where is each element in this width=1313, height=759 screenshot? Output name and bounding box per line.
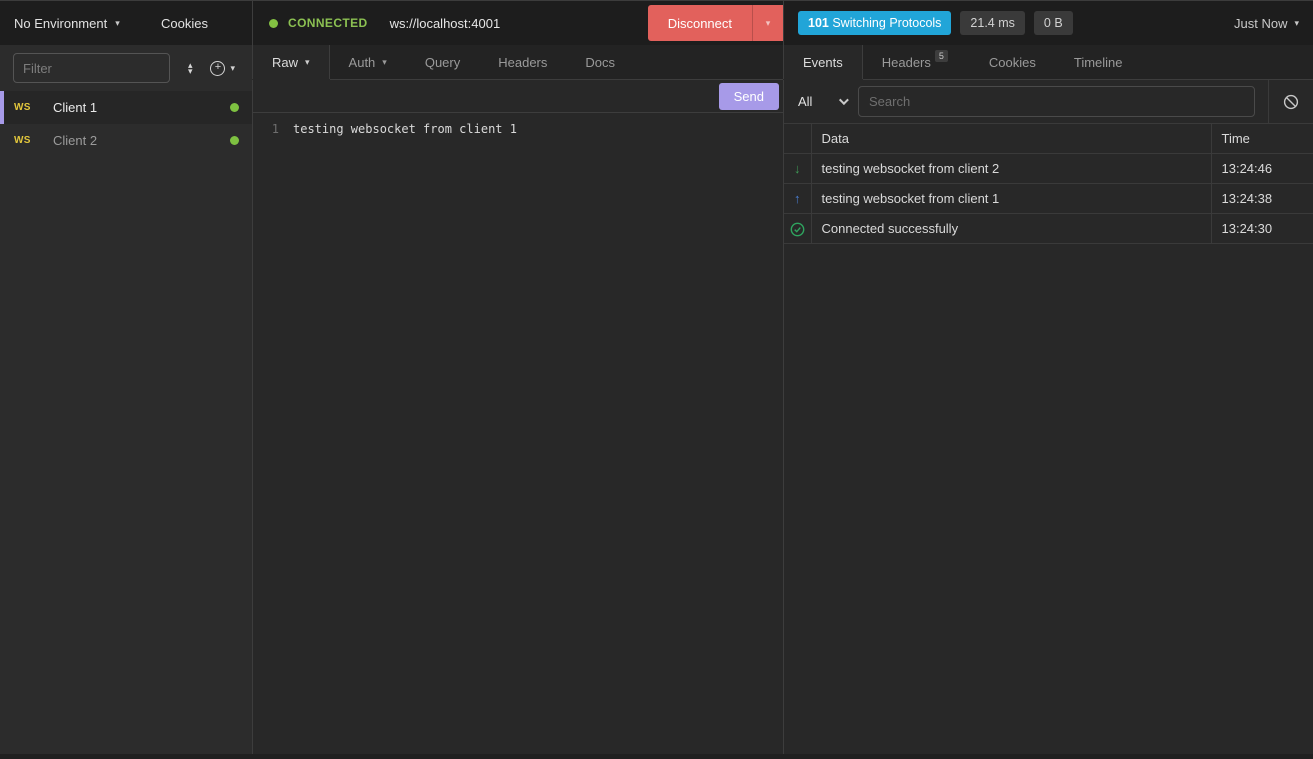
event-time: 13:24:38	[1211, 184, 1313, 214]
sidebar-item-client-1[interactable]: WS Client 1	[0, 91, 252, 124]
headers-count-badge: 5	[935, 50, 948, 62]
send-row: Send	[253, 80, 783, 113]
status-badge: 101 Switching Protocols	[798, 11, 951, 35]
send-button[interactable]: Send	[719, 83, 779, 110]
request-tabbar: Raw ▾ Auth ▾ Query Headers Docs	[253, 45, 783, 80]
events-search-input[interactable]	[858, 86, 1255, 117]
ban-icon	[1283, 94, 1299, 110]
request-name: Client 2	[53, 133, 230, 148]
event-row[interactable]: ↓ testing websocket from client 2 13:24:…	[784, 154, 1313, 184]
event-type-value: All	[798, 94, 812, 109]
tab-query[interactable]: Query	[406, 45, 479, 79]
tab-docs[interactable]: Docs	[566, 45, 634, 79]
request-name: Client 1	[53, 100, 230, 115]
chevron-down-icon: ▾	[382, 58, 387, 67]
sidebar-header: No Environment ▾ Cookies	[0, 1, 252, 45]
tab-label: Query	[425, 55, 460, 70]
disconnect-split-button: Disconnect ▾	[648, 5, 783, 41]
response-tabbar: Events Headers 5 Cookies Timeline	[784, 45, 1313, 80]
request-pane: CONNECTED ws://localhost:4001 Disconnect…	[252, 1, 783, 754]
connection-status-dot	[230, 103, 239, 112]
chevron-down-icon: ▾	[230, 64, 235, 73]
tab-label: Events	[803, 55, 843, 70]
response-time-badge: 21.4 ms	[960, 11, 1024, 35]
message-received-icon: ↓	[794, 161, 801, 176]
event-row[interactable]: Connected successfully 13:24:30	[784, 214, 1313, 244]
status-text: Switching Protocols	[832, 16, 941, 30]
tab-response-headers[interactable]: Headers 5	[863, 45, 970, 79]
request-list: WS Client 1 WS Client 2	[0, 91, 252, 157]
editor-content: testing websocket from client 1	[293, 122, 517, 754]
clear-events-button[interactable]	[1268, 80, 1313, 123]
event-data: testing websocket from client 2	[811, 154, 1211, 184]
tab-label: Headers	[882, 55, 931, 70]
events-filter-row: All	[784, 80, 1313, 123]
tab-label: Docs	[585, 55, 615, 70]
event-row[interactable]: ↑ testing websocket from client 1 13:24:…	[784, 184, 1313, 214]
tab-label: Cookies	[989, 55, 1036, 70]
event-time: 13:24:46	[1211, 154, 1313, 184]
sidebar: No Environment ▾ Cookies ▴ ▾ + ▾ WS Clie…	[0, 1, 252, 754]
tab-label: Timeline	[1074, 55, 1123, 70]
ws-method-tag: WS	[14, 135, 40, 146]
connection-status-label: CONNECTED	[288, 16, 368, 30]
event-time: 13:24:30	[1211, 214, 1313, 244]
sidebar-filter-row: ▴ ▾ + ▾	[0, 45, 252, 91]
tab-body-type[interactable]: Raw ▾	[253, 45, 330, 79]
status-code: 101	[808, 16, 829, 30]
add-request-button[interactable]: + ▾	[210, 61, 235, 76]
response-pane: 101 Switching Protocols 21.4 ms 0 B Just…	[783, 1, 1313, 754]
sidebar-item-client-2[interactable]: WS Client 2	[0, 124, 252, 157]
chevron-down-icon: ▾	[115, 19, 120, 28]
ws-method-tag: WS	[14, 102, 40, 113]
events-table: Data Time ↓ testing websocket from clien…	[784, 123, 1313, 244]
tab-headers[interactable]: Headers	[479, 45, 566, 79]
icon-column-header	[784, 124, 811, 154]
events-table-header: Data Time	[784, 124, 1313, 154]
filter-input[interactable]	[13, 53, 170, 83]
check-circle-icon	[790, 222, 805, 237]
sort-down-glyph: ▾	[188, 68, 193, 74]
cookies-button[interactable]: Cookies	[161, 16, 208, 31]
connected-dot-icon	[269, 19, 278, 28]
chevron-down-icon	[839, 95, 849, 105]
websocket-url[interactable]: ws://localhost:4001	[390, 16, 501, 31]
tab-events[interactable]: Events	[784, 45, 863, 79]
tab-label: Raw	[272, 55, 298, 70]
chevron-down-icon: ▾	[766, 18, 771, 28]
plus-circle-icon: +	[210, 61, 225, 76]
line-number: 1	[253, 122, 293, 754]
disconnect-dropdown-button[interactable]: ▾	[752, 5, 783, 41]
request-url-bar: CONNECTED ws://localhost:4001 Disconnect…	[253, 1, 783, 45]
tab-label: Headers	[498, 55, 547, 70]
event-type-select[interactable]: All	[798, 94, 858, 109]
message-editor[interactable]: 1 testing websocket from client 1	[253, 113, 783, 754]
message-sent-icon: ↑	[794, 191, 801, 206]
disconnect-button[interactable]: Disconnect	[648, 5, 752, 41]
time-column-header: Time	[1211, 124, 1313, 154]
data-column-header: Data	[811, 124, 1211, 154]
response-history-dropdown[interactable]: Just Now ▾	[1234, 16, 1299, 31]
response-size-badge: 0 B	[1034, 11, 1073, 35]
tab-cookies[interactable]: Cookies	[970, 45, 1055, 79]
recency-label: Just Now	[1234, 16, 1287, 31]
sort-icon[interactable]: ▴ ▾	[188, 62, 193, 74]
tab-label: Auth	[349, 55, 376, 70]
chevron-down-icon: ▾	[305, 58, 310, 67]
connection-status-dot	[230, 136, 239, 145]
chevron-down-icon: ▾	[1294, 19, 1299, 28]
event-data: testing websocket from client 1	[811, 184, 1211, 214]
tab-timeline[interactable]: Timeline	[1055, 45, 1142, 79]
tab-auth[interactable]: Auth ▾	[330, 45, 406, 79]
event-data: Connected successfully	[811, 214, 1211, 244]
app-window: No Environment ▾ Cookies ▴ ▾ + ▾ WS Clie…	[0, 0, 1313, 759]
environment-selector[interactable]: No Environment ▾	[14, 16, 120, 31]
environment-label: No Environment	[14, 16, 107, 31]
response-status-bar: 101 Switching Protocols 21.4 ms 0 B Just…	[784, 1, 1313, 45]
